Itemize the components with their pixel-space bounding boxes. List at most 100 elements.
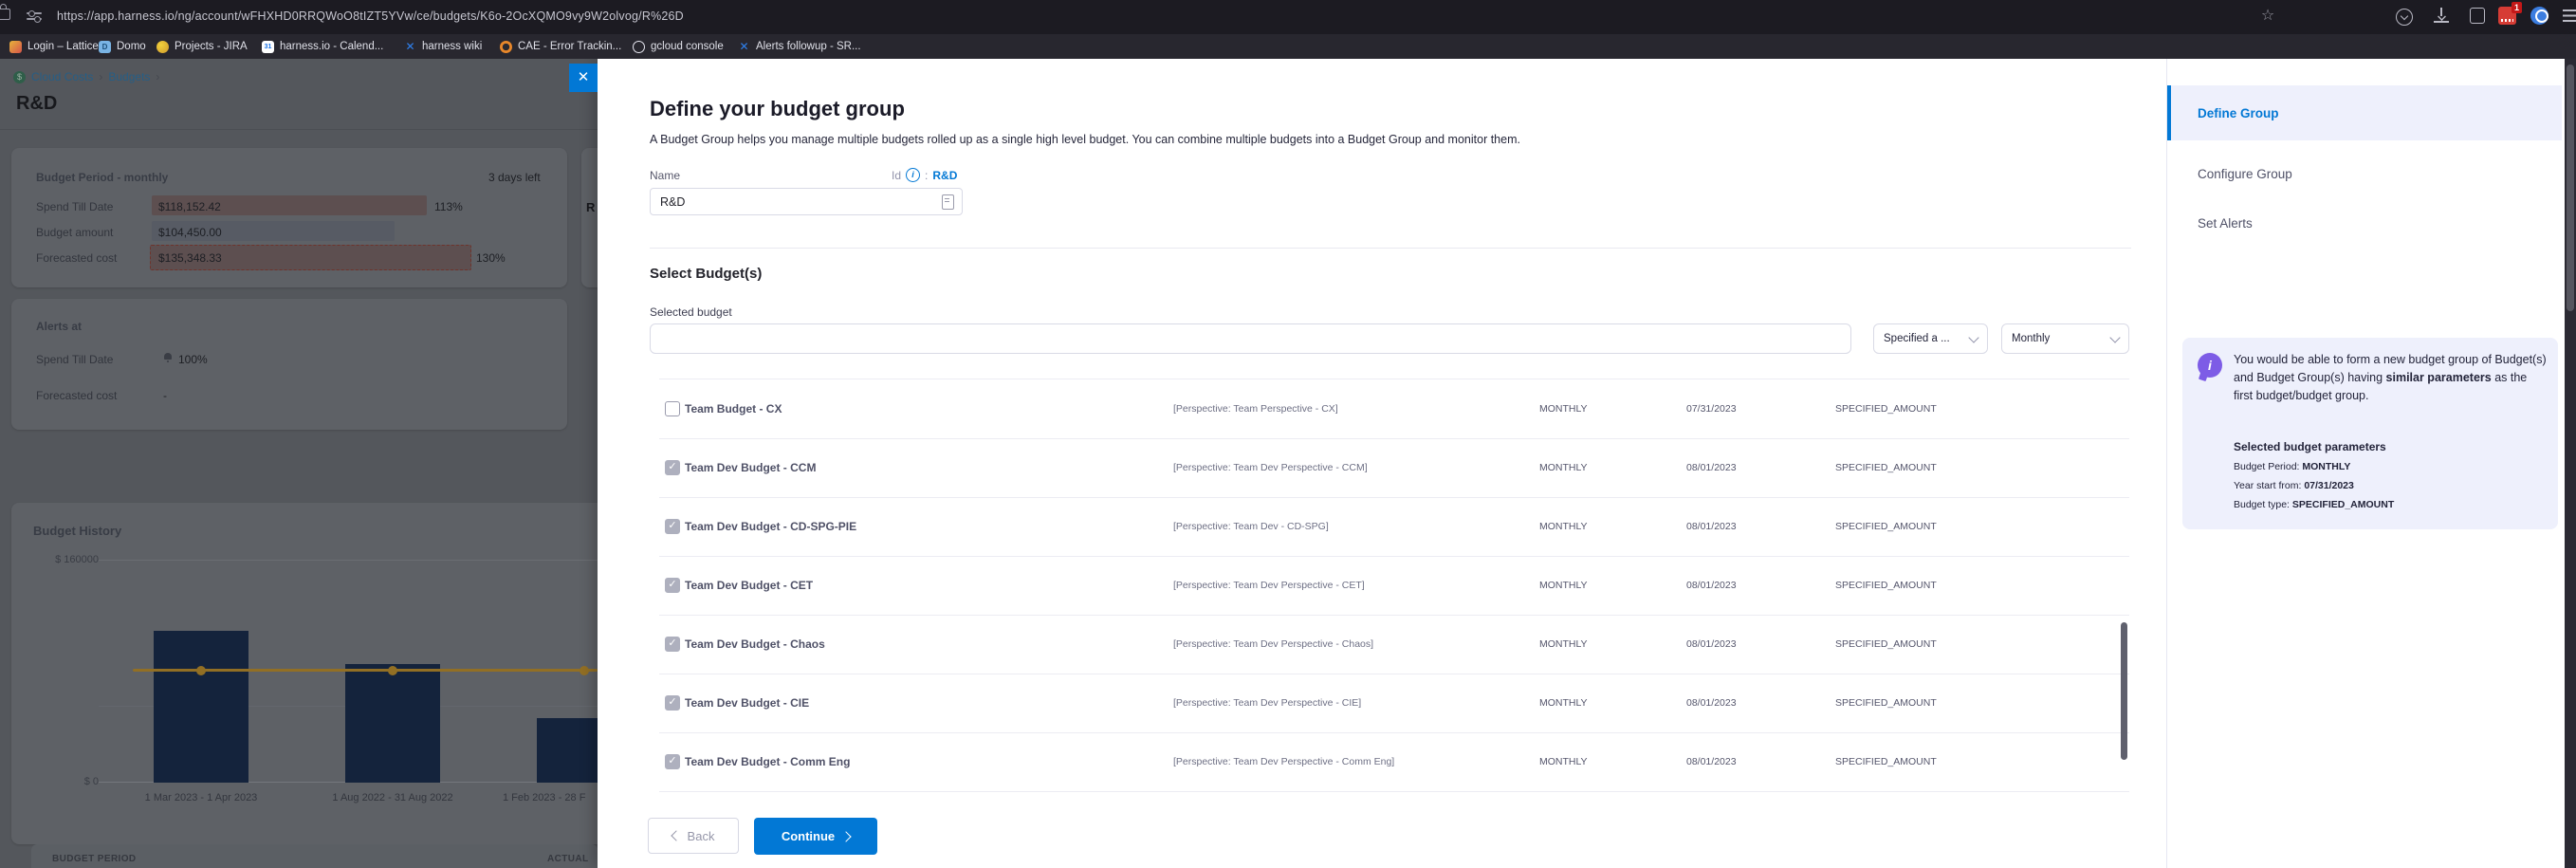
selected-budget-label: Selected budget <box>650 305 732 319</box>
checkbox[interactable]: ✓ <box>665 460 680 475</box>
pocket-icon[interactable] <box>2396 9 2413 26</box>
bookmark-alerts[interactable]: ✕ Alerts followup - SR... <box>738 39 861 54</box>
id-value: R&D <box>932 169 957 182</box>
breadcrumb-cloud-costs[interactable]: Cloud Costs <box>31 70 93 83</box>
budget-line-point[interactable] <box>388 666 397 675</box>
chart-title: Budget History <box>33 524 121 538</box>
bar-aug-2022[interactable] <box>345 664 440 783</box>
info-panel: i You would be able to form a new budget… <box>2182 338 2558 529</box>
menu-icon[interactable] <box>2563 9 2576 22</box>
stepper-panel: Define Group Configure Group Set Alerts … <box>2166 59 2566 868</box>
name-label: Name <box>650 169 680 182</box>
bookmark-cae[interactable]: CAE - Error Trackin... <box>500 39 621 54</box>
checkbox[interactable]: ✓ <box>665 695 680 711</box>
budget-row-chaos[interactable]: ✓ Team Dev Budget - Chaos [Perspective: … <box>659 615 2129 674</box>
selected-budget-input[interactable] <box>650 323 1851 354</box>
checkbox[interactable]: ✓ <box>665 578 680 593</box>
breadcrumb-budgets[interactable]: Budgets <box>108 70 150 83</box>
bookmark-lattice[interactable]: Login – Lattice <box>9 39 99 54</box>
alert-spend-value: 100% <box>178 353 208 366</box>
cloud-costs-icon: $ <box>13 71 26 83</box>
permissions-icon[interactable] <box>27 11 42 23</box>
budget-row-cd-spg-pie[interactable]: ✓ Team Dev Budget - CD-SPG-PIE [Perspect… <box>659 497 2129 557</box>
id-line: Id i : R&D <box>892 168 957 182</box>
chevron-right-icon <box>840 831 851 841</box>
extension-icon[interactable] <box>2470 8 2485 24</box>
list-scrollbar[interactable] <box>2121 622 2127 760</box>
budget-row-cie[interactable]: ✓ Team Dev Budget - CIE [Perspective: Te… <box>659 674 2129 733</box>
budget-type-dropdown[interactable]: Specified a ... <box>1873 323 1988 354</box>
window-scrollbar-thumb[interactable] <box>2567 65 2574 311</box>
budget-period-dropdown[interactable]: Monthly <box>2001 323 2129 354</box>
info-icon[interactable]: i <box>906 168 920 182</box>
checkbox[interactable]: ✓ <box>665 754 680 769</box>
calendar-favicon: 31 <box>262 41 274 53</box>
download-icon[interactable] <box>2434 8 2449 23</box>
param-year-start: Year start from: 07/31/2023 <box>2234 480 2354 491</box>
alerts-title: Alerts at <box>36 320 82 333</box>
profile-icon[interactable] <box>2530 7 2548 25</box>
section-divider <box>650 248 2131 249</box>
continue-button[interactable]: Continue <box>754 818 877 855</box>
close-icon[interactable]: ✕ <box>569 64 598 92</box>
step-set-alerts[interactable]: Set Alerts <box>2171 195 2562 250</box>
spend-value: $118,152.42 <box>158 200 221 213</box>
gridline-top <box>99 560 598 561</box>
cae-favicon <box>500 41 512 53</box>
bookmark-gcloud[interactable]: gcloud console <box>633 39 724 54</box>
gcloud-favicon <box>633 41 645 53</box>
extension-badge: 1 <box>2512 2 2522 13</box>
forecast-value: $135,348.33 <box>158 251 222 265</box>
modal-description: A Budget Group helps you manage multiple… <box>650 133 1520 146</box>
lattice-favicon <box>9 41 22 53</box>
amount-value: $104,450.00 <box>158 226 222 239</box>
page-title: R&D <box>16 93 57 115</box>
bookmarks-bar: Login – Lattice D Domo Projects - JIRA 3… <box>0 34 2576 59</box>
screen: https://app.harness.io/ng/account/wFHXHD… <box>0 0 2576 868</box>
budget-row-ccm[interactable]: ✓ Team Dev Budget - CCM [Perspective: Te… <box>659 438 2129 498</box>
checkbox[interactable]: ✓ <box>665 519 680 534</box>
param-period: Budget Period: MONTHLY <box>2234 461 2350 472</box>
bookmark-wiki[interactable]: ✕ harness wiki <box>404 39 482 54</box>
budget-row-cx[interactable]: ✓ Team Budget - CX [Perspective: Team Pe… <box>659 379 2129 439</box>
checkbox[interactable]: ✓ <box>665 637 680 652</box>
confluence-favicon: ✕ <box>738 41 750 53</box>
bar-mar-2023[interactable] <box>154 631 248 783</box>
budget-line-point[interactable] <box>580 666 589 675</box>
info-text: You would be able to form a new budget g… <box>2234 351 2547 404</box>
info-bubble-icon: i <box>2198 353 2222 378</box>
url-bar[interactable]: https://app.harness.io/ng/account/wFHXHD… <box>57 9 684 23</box>
budget-table-header: BUDGET PERIOD ACTUAL <box>31 844 598 868</box>
x-label-1: 1 Mar 2023 - 1 Apr 2023 <box>97 792 305 803</box>
params-title: Selected budget parameters <box>2234 440 2386 453</box>
budget-row-comm-eng[interactable]: ✓ Team Dev Budget - Comm Eng [Perspectiv… <box>659 732 2129 792</box>
bookmark-calendar[interactable]: 31 harness.io - Calend... <box>262 39 383 54</box>
budget-history-chart: $ 160000 $ 0 1 Mar 2023 - 1 Apr 2023 1 A… <box>104 560 598 783</box>
confluence-favicon: ✕ <box>404 41 416 53</box>
budget-row-cet[interactable]: ✓ Team Dev Budget - CET [Perspective: Te… <box>659 556 2129 616</box>
budget-group-modal: Define your budget group A Budget Group … <box>598 59 2565 868</box>
name-input[interactable]: R&D <box>650 188 963 215</box>
forecast-pct: 130% <box>476 251 506 265</box>
y-tick-min: $ 0 <box>84 776 99 787</box>
budget-period-card: Budget Period - monthly 3 days left Spen… <box>11 148 567 287</box>
days-left: 3 days left <box>488 171 541 184</box>
bookmark-domo[interactable]: D Domo <box>99 39 146 54</box>
password-manager-icon[interactable]: 1 <box>2498 7 2516 25</box>
domo-favicon: D <box>99 41 111 53</box>
spend-pct: 113% <box>434 200 463 213</box>
y-tick-max: $ 160000 <box>55 554 99 565</box>
x-label-2: 1 Aug 2022 - 31 Aug 2022 <box>288 792 497 803</box>
step-configure-group[interactable]: Configure Group <box>2171 146 2562 201</box>
chevron-down-icon <box>1968 332 1978 342</box>
modal-title: Define your budget group <box>650 97 905 121</box>
budget-line-point[interactable] <box>196 666 206 675</box>
step-define-group[interactable]: Define Group <box>2171 85 2562 140</box>
checkbox[interactable]: ✓ <box>665 401 680 416</box>
bookmark-star-icon[interactable]: ☆ <box>2258 7 2277 26</box>
back-button[interactable]: Back <box>648 818 739 854</box>
alerts-card: Alerts at Spend Till Date 100% Forecaste… <box>11 299 567 430</box>
chevron-left-icon <box>671 830 681 840</box>
bookmark-jira[interactable]: Projects - JIRA <box>156 39 248 54</box>
param-budget-type: Budget type: SPECIFIED_AMOUNT <box>2234 499 2394 510</box>
